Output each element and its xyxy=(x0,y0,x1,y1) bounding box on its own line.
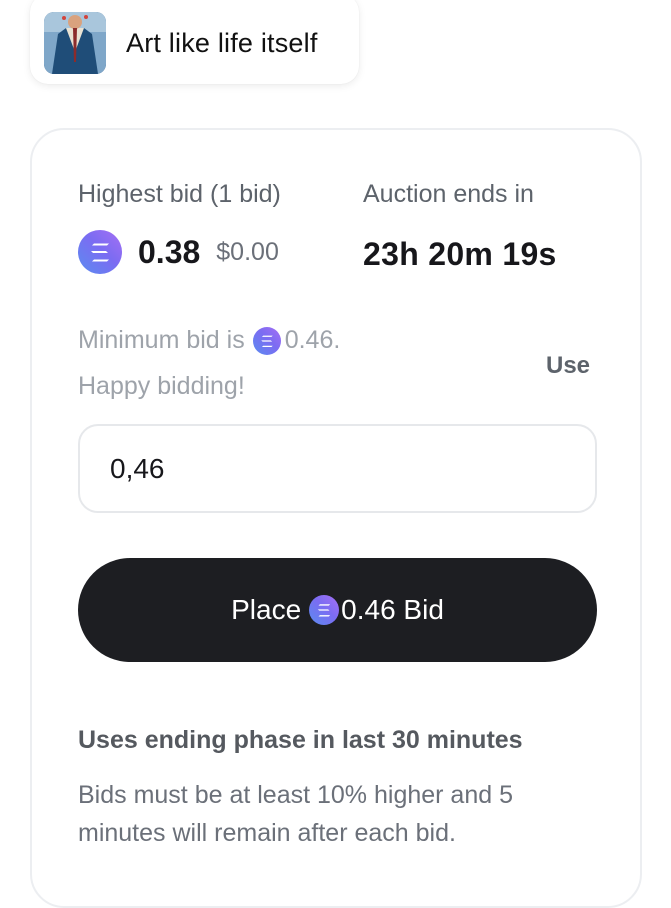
highest-bid-label: Highest bid (1 bid) xyxy=(78,180,281,208)
happy-bidding-text: Happy bidding! xyxy=(78,372,245,400)
collection-name: Art like life itself xyxy=(126,27,318,58)
artwork-thumbnail xyxy=(44,12,106,74)
auction-ends-label: Auction ends in xyxy=(363,180,534,208)
ending-phase-title: Uses ending phase in last 30 minutes xyxy=(78,726,523,754)
highest-bid-row: 0.38 $0.00 xyxy=(78,230,279,274)
collection-chip[interactable]: Art like life itself xyxy=(30,0,359,84)
minimum-bid-prefix: Minimum bid is xyxy=(78,326,245,354)
solana-icon xyxy=(78,230,122,274)
use-minimum-bid-button[interactable]: Use xyxy=(546,352,590,380)
minimum-bid-amount: 0.46. xyxy=(284,326,341,354)
auction-card: Highest bid (1 bid) Auction ends in 0.38… xyxy=(30,128,642,908)
ending-phase-description: Bids must be at least 10% higher and 5 m… xyxy=(78,781,513,847)
auction-countdown: 23h 20m 19s xyxy=(363,236,557,272)
place-bid-button[interactable]: Place 0.46 Bid xyxy=(78,558,597,662)
place-bid-prefix: Place xyxy=(231,594,302,625)
solana-icon xyxy=(309,595,340,625)
highest-bid-amount: 0.38 xyxy=(138,233,201,270)
bid-amount-input[interactable] xyxy=(78,424,597,513)
solana-icon xyxy=(252,326,281,355)
place-bid-amount: 0.46 Bid xyxy=(341,594,444,625)
highest-bid-usd: $0.00 xyxy=(216,237,279,266)
minimum-bid-text: Minimum bid is 0.46. xyxy=(78,326,340,355)
